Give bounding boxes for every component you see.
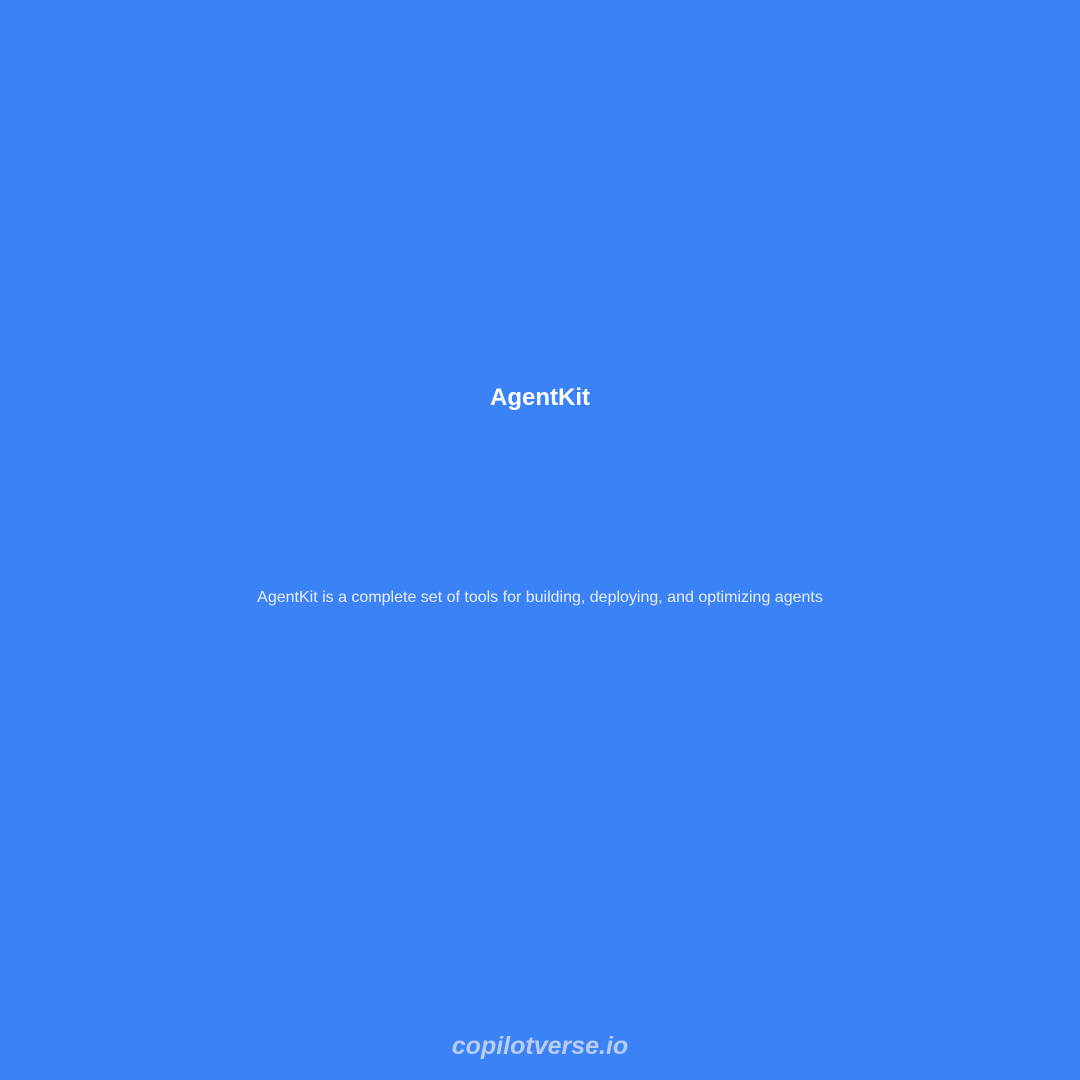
- card-title: AgentKit: [490, 384, 590, 411]
- card-description: AgentKit is a complete set of tools for …: [257, 589, 823, 606]
- watermark: copilotverse.io: [451, 1032, 629, 1060]
- info-card: AgentKit AgentKit is a complete set of t…: [0, 0, 1080, 1080]
